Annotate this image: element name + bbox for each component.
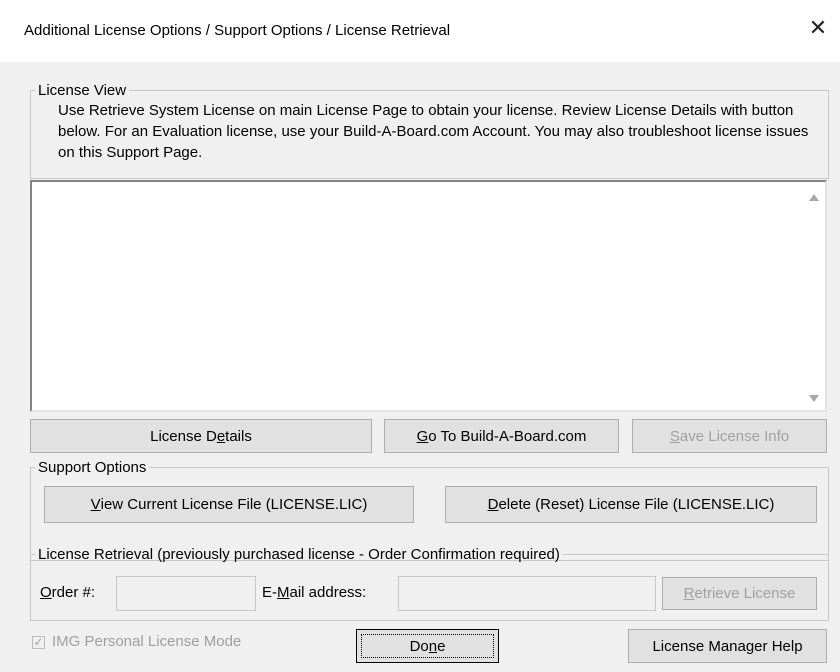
focus-rectangle	[361, 634, 494, 658]
img-personal-mode-label: IMG Personal License Mode	[52, 633, 242, 650]
scroll-down-arrow-icon[interactable]	[809, 395, 819, 402]
support-options-legend: Support Options	[38, 459, 147, 476]
checkmark-icon: ✓	[33, 635, 44, 649]
view-license-file-button[interactable]: View Current License File (LICENSE.LIC)	[44, 486, 414, 523]
scroll-up-arrow-icon[interactable]	[809, 194, 819, 201]
email-address-label: E-Mail address:	[262, 584, 367, 601]
window-title: Additional License Options / Support Opt…	[24, 22, 451, 39]
license-retrieval-legend: License Retrieval (previously purchased …	[38, 546, 560, 563]
license-view-legend: License View	[38, 82, 127, 99]
email-address-input[interactable]	[398, 576, 656, 611]
license-text-area[interactable]	[30, 180, 827, 412]
done-button[interactable]: Do n e	[356, 629, 499, 663]
retrieve-license-button[interactable]: Retrieve License	[662, 577, 817, 610]
license-view-description: Use Retrieve System License on main Lice…	[58, 102, 809, 161]
close-icon: ✕	[808, 15, 828, 40]
order-number-input[interactable]	[116, 576, 256, 611]
img-personal-mode-checkbox[interactable]: ✓	[32, 636, 45, 649]
save-license-info-button[interactable]: Save License Info	[632, 419, 827, 453]
order-number-label: Order #:	[40, 584, 96, 601]
license-details-button[interactable]: License De tails	[30, 419, 372, 453]
close-button[interactable]: ✕	[796, 6, 840, 50]
title-bar: Additional License Options / Support Opt…	[0, 0, 840, 62]
license-manager-help-button[interactable]: License Manager Help	[628, 629, 827, 663]
delete-license-file-button[interactable]: Delete (Reset) License File (LICENSE.LIC…	[445, 486, 817, 523]
go-to-build-a-board-button[interactable]: Go To Build-A-Board.com	[384, 419, 619, 453]
